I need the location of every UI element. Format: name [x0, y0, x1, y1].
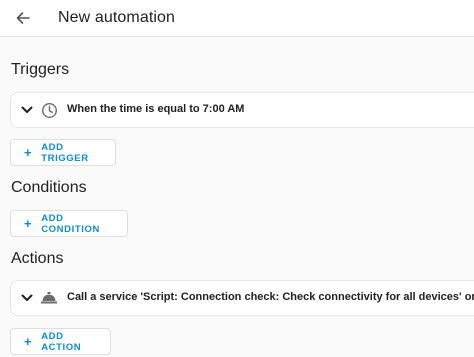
add-action-button[interactable]: + ADD ACTION: [10, 328, 111, 355]
expand-action-button[interactable]: [20, 291, 34, 305]
service-bell-icon: [40, 289, 58, 307]
triggers-heading: Triggers: [11, 61, 70, 78]
action-card[interactable]: Call a service 'Script: Connection check…: [10, 280, 474, 316]
back-button[interactable]: [10, 6, 36, 30]
chevron-down-icon: [21, 294, 33, 301]
arrow-left-icon: [16, 12, 30, 24]
add-action-label: ADD ACTION: [41, 330, 82, 353]
action-description: Call a service 'Script: Connection check…: [67, 291, 474, 303]
top-app-bar: New automation: [0, 0, 474, 37]
trigger-description: When the time is equal to 7:00 AM: [67, 103, 245, 115]
plus-icon: +: [24, 216, 33, 231]
trigger-card[interactable]: When the time is equal to 7:00 AM: [10, 92, 474, 128]
clock-icon: [40, 101, 58, 119]
page-title: New automation: [58, 9, 176, 26]
actions-heading: Actions: [11, 250, 64, 267]
add-condition-button[interactable]: + ADD CONDITION: [10, 210, 128, 237]
add-condition-label: ADD CONDITION: [41, 212, 100, 235]
conditions-heading: Conditions: [11, 179, 87, 196]
plus-icon: +: [24, 334, 33, 349]
chevron-down-icon: [21, 106, 33, 113]
add-trigger-label: ADD TRIGGER: [41, 141, 89, 164]
add-trigger-button[interactable]: + ADD TRIGGER: [10, 139, 116, 166]
plus-icon: +: [24, 145, 33, 160]
expand-trigger-button[interactable]: [20, 103, 34, 117]
